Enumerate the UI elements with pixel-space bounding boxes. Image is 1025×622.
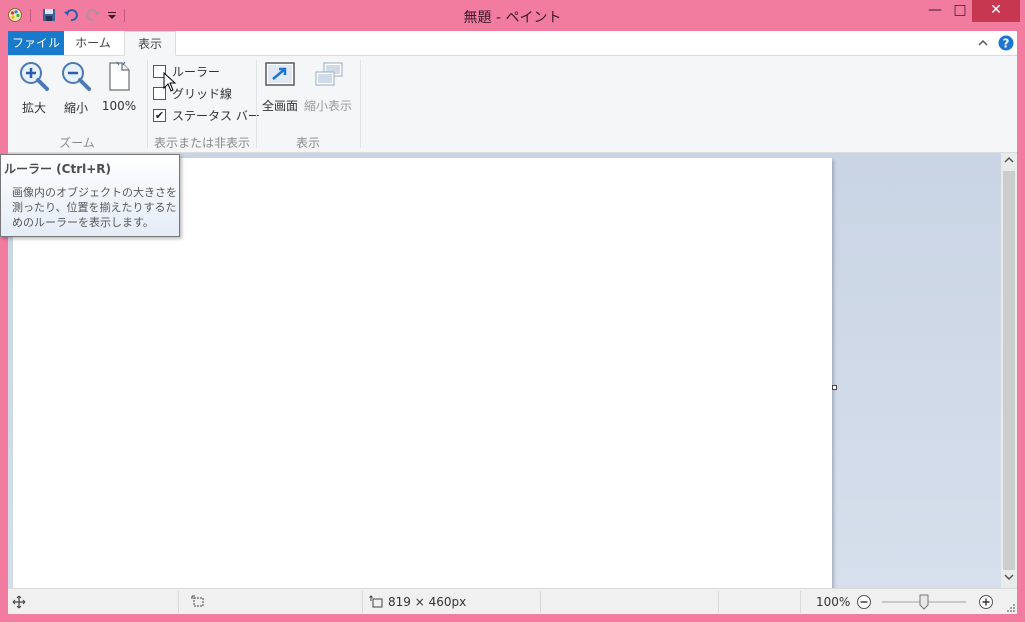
display-group-label: 表示 xyxy=(295,136,320,150)
canvas-size-icon xyxy=(369,595,383,609)
status-divider xyxy=(178,591,179,613)
actual-size-button[interactable]: 100% xyxy=(100,60,138,113)
zoom-group-label: ズーム xyxy=(59,136,95,150)
selection-size-icon xyxy=(191,595,205,609)
thumbnail-icon xyxy=(315,62,343,86)
vertical-scrollbar[interactable] xyxy=(1001,153,1017,588)
zoom-out-label: 縮小 xyxy=(63,101,88,115)
resize-grip-icon[interactable] xyxy=(1004,601,1016,613)
statusbar-checkbox[interactable]: ✔ ステータス バー xyxy=(153,106,261,124)
statusbar-label: ステータス バー xyxy=(172,108,260,123)
tab-home[interactable]: ホーム xyxy=(66,31,120,55)
fullscreen-icon xyxy=(265,62,295,86)
close-button[interactable]: ✕ xyxy=(972,0,1020,22)
zoom-in-label: 拡大 xyxy=(21,101,46,115)
tooltip-body: 画像内のオブジェクトの大きさを測ったり、位置を揃えたりするためのルーラーを表示し… xyxy=(12,186,177,229)
scroll-down-icon[interactable] xyxy=(1001,571,1017,587)
zoom-out-button[interactable]: 縮小 xyxy=(58,60,94,116)
status-divider xyxy=(362,591,363,613)
scroll-up-icon[interactable] xyxy=(1001,154,1017,170)
tab-file[interactable]: ファイル xyxy=(8,31,64,55)
minimize-button[interactable]: — xyxy=(922,0,948,22)
window-title: 無題 - ペイント xyxy=(463,10,562,26)
statusbar-check-box[interactable]: ✔ xyxy=(153,108,166,122)
zoom-out-icon xyxy=(62,62,91,91)
tab-view[interactable]: 表示 xyxy=(124,31,176,56)
ribbon-view: 拡大 縮小 100% ズーム ルーラー グリッド線 ✔ ステータス バー 表示ま… xyxy=(8,56,1017,153)
cursor-position-icon xyxy=(12,595,26,609)
zoom-in-icon xyxy=(20,62,49,91)
status-bar: 819 × 460px 100% xyxy=(8,588,1017,614)
zoom-in-status-icon[interactable] xyxy=(978,594,994,610)
ribbon-tabs: ファイル ホーム 表示 ? xyxy=(8,31,1017,56)
fullscreen-button[interactable]: 全画面 xyxy=(260,60,300,114)
ruler-tooltip: ルーラー (Ctrl+R) 画像内のオブジェクトの大きさを測ったり、位置を揃えた… xyxy=(0,154,180,237)
maximize-button[interactable]: □ xyxy=(948,0,972,22)
zoom-in-button[interactable]: 拡大 xyxy=(16,60,52,116)
help-icon[interactable]: ? xyxy=(998,35,1014,51)
gridlines-label: グリッド線 xyxy=(172,86,233,101)
zoom-out-status-icon[interactable] xyxy=(856,594,872,610)
zoom-level-text: 100% xyxy=(816,595,851,609)
tooltip-title: ルーラー (Ctrl+R) xyxy=(4,162,112,176)
zoom-slider-thumb[interactable] xyxy=(919,594,929,610)
status-divider xyxy=(800,591,801,613)
scroll-thumb[interactable] xyxy=(1003,171,1015,570)
fullscreen-label: 全画面 xyxy=(261,99,298,113)
minimize-ribbon-icon[interactable] xyxy=(975,35,991,51)
group-separator xyxy=(360,60,361,148)
svg-text:?: ? xyxy=(1003,37,1010,51)
mouse-cursor-icon xyxy=(163,71,177,92)
thumbnail-button[interactable]: 縮小表示 xyxy=(303,60,353,114)
status-divider xyxy=(718,591,719,613)
ruler-label: ルーラー xyxy=(172,64,221,79)
show-hide-group-label: 表示または非表示 xyxy=(153,136,250,150)
canvas-resize-handle[interactable] xyxy=(832,385,837,390)
status-divider xyxy=(540,591,541,613)
thumbnail-label: 縮小表示 xyxy=(303,99,352,113)
actual-size-label: 100% xyxy=(101,99,137,113)
canvas-size-text: 819 × 460px xyxy=(388,595,467,609)
page-icon xyxy=(109,61,130,91)
